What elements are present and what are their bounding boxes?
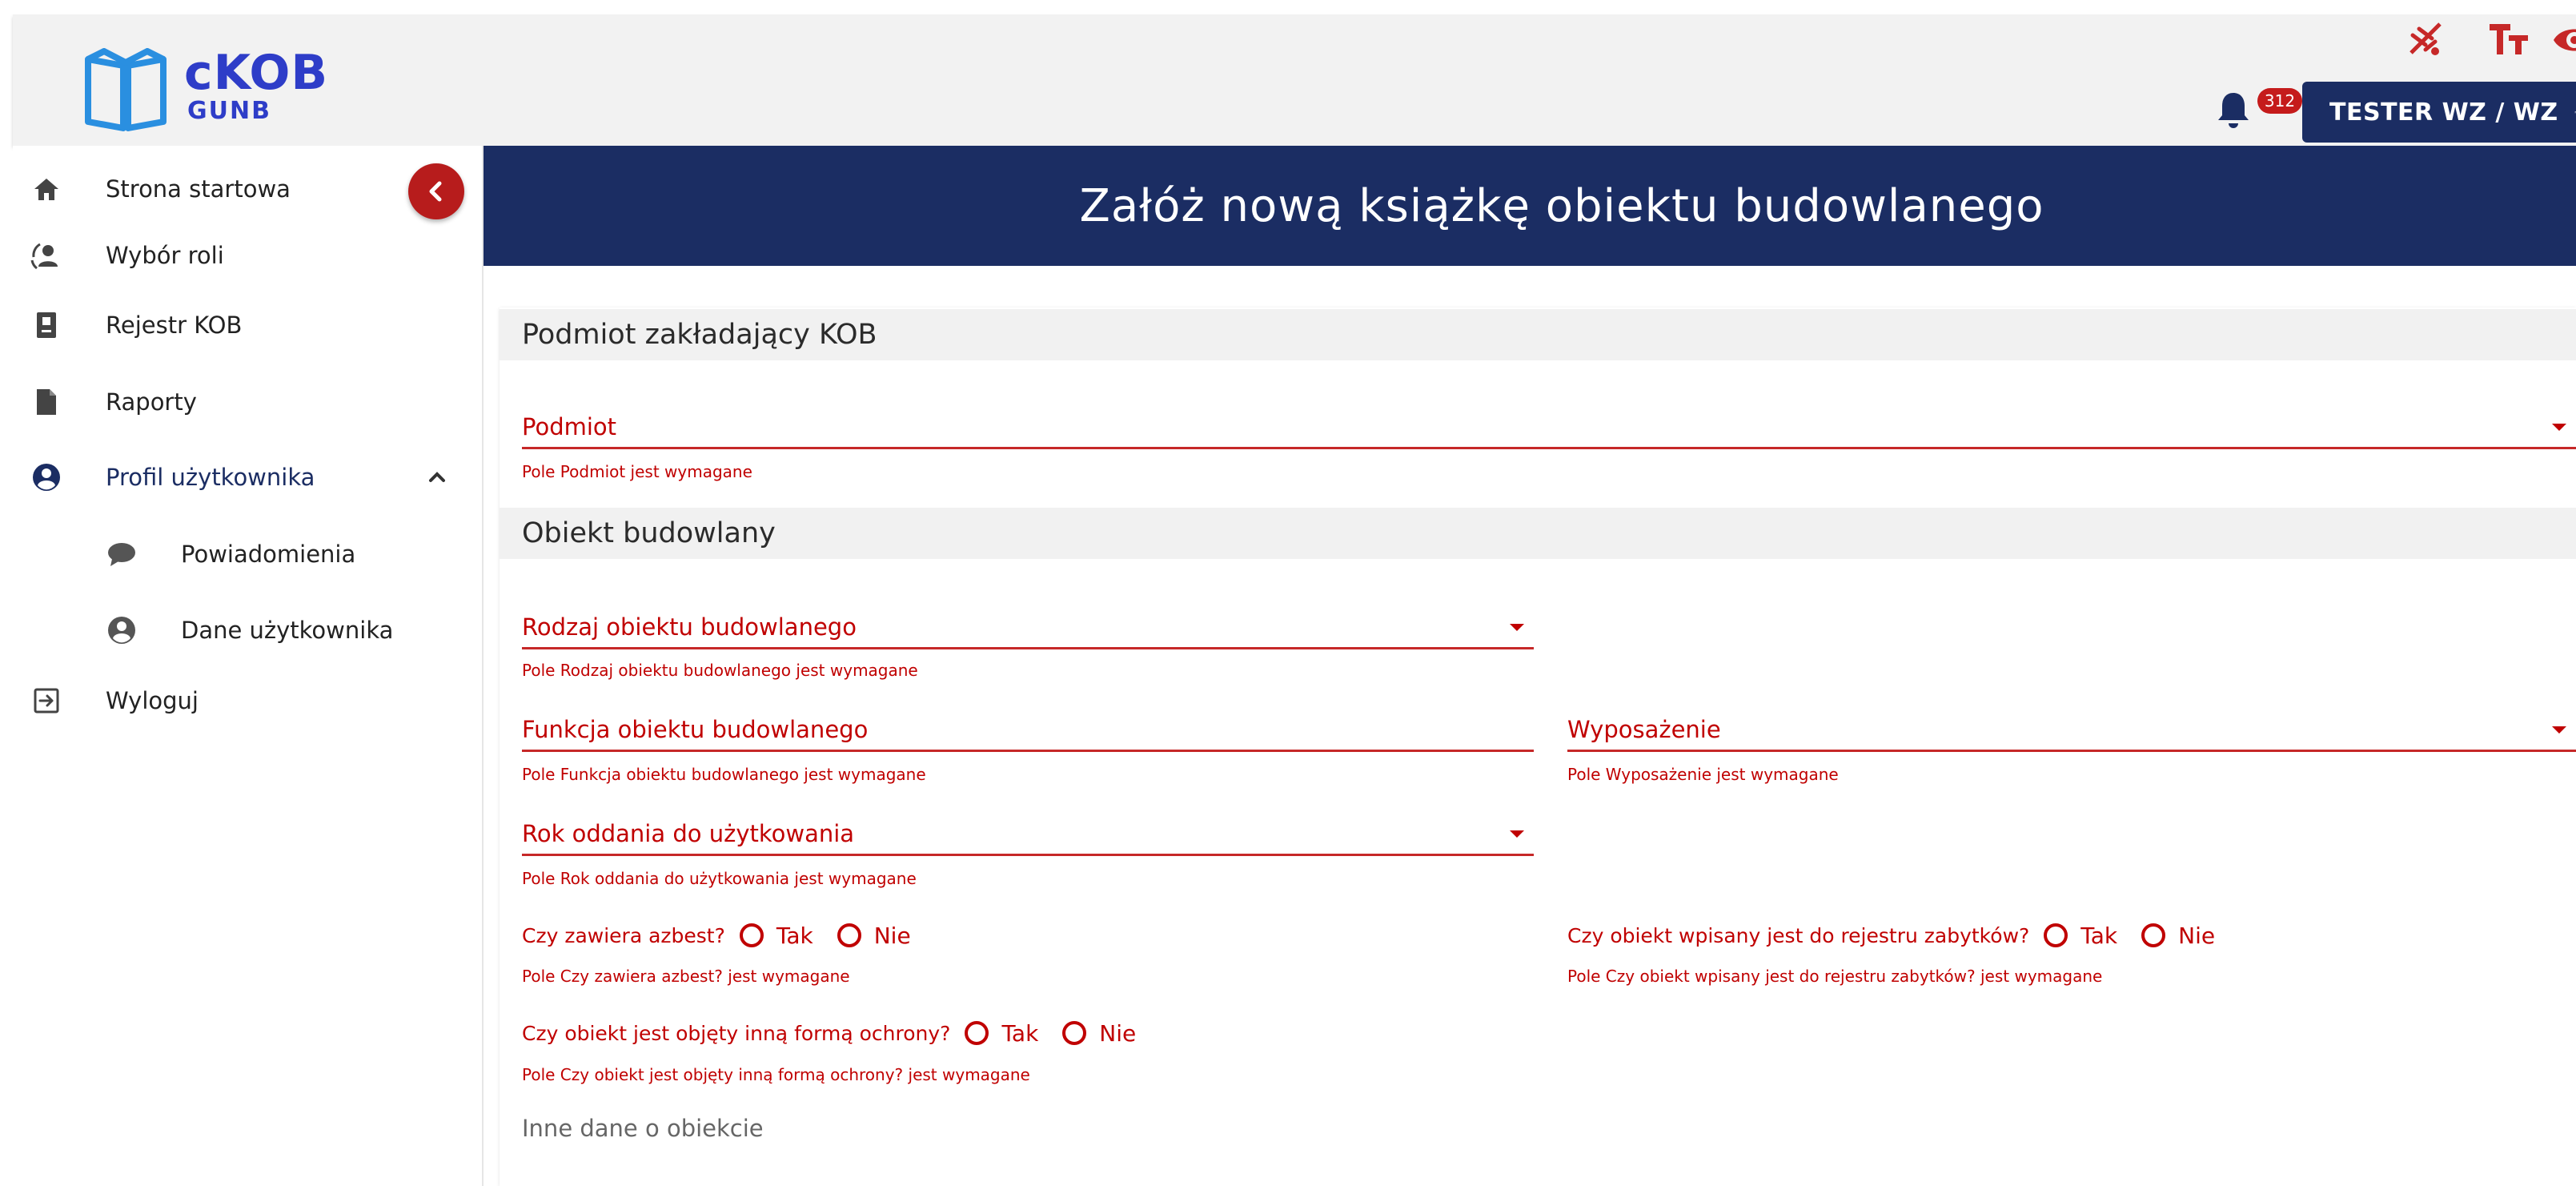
sidebar-item-label: Profil użytkownika (106, 464, 315, 491)
register-book-icon (30, 309, 62, 341)
field-label: Rok oddania do użytkowania (522, 820, 855, 847)
dropdown-arrow-icon (2552, 726, 2566, 734)
account-circle-icon (30, 461, 62, 493)
radio-no[interactable] (837, 923, 861, 947)
app-logo[interactable]: cKOB GUNB (69, 32, 341, 131)
role-switch-icon (30, 239, 62, 271)
sidebar-item-label: Raporty (106, 388, 197, 416)
radio-no-label[interactable]: Nie (1099, 1020, 1136, 1047)
font-size-icon[interactable] (2486, 18, 2531, 62)
field-error: Pole Rodzaj obiektu budowlanego jest wym… (522, 661, 918, 680)
sidebar-item-profile[interactable]: Profil użytkownika (13, 449, 482, 505)
logo-subtitle: GUNB (187, 97, 271, 125)
radio-no[interactable] (2141, 923, 2166, 947)
sidebar-item-notifications[interactable]: Powiadomienia (13, 526, 482, 582)
building-type-select[interactable]: Rodzaj obiektu budowlanego (522, 602, 1534, 649)
other-protection-radio-group: Czy obiekt jest objęty inną formą ochron… (522, 1015, 1160, 1051)
chat-bubble-icon (106, 538, 138, 570)
notifications-bell-icon[interactable] (2215, 90, 2252, 130)
field-label: Wyposażenie (1567, 716, 1721, 743)
sidebar-item-label: Strona startowa (106, 175, 291, 203)
dropdown-arrow-icon (1510, 830, 1524, 838)
field-label: Rodzaj obiektu budowlanego (522, 613, 857, 641)
field-error: Pole Czy zawiera azbest? jest wymagane (522, 967, 850, 986)
sidebar-item-user-data[interactable]: Dane użytkownika (13, 602, 482, 658)
chevron-up-icon (429, 472, 445, 482)
sidebar-nav: Strona startowa Wybór roli Rejestr KOB R… (13, 146, 484, 1186)
radio-question: Czy obiekt jest objęty inną formą ochron… (522, 1021, 951, 1045)
notifications-count-badge: 312 (2257, 88, 2302, 114)
sidebar-item-home[interactable]: Strona startowa (13, 161, 482, 217)
sidebar-item-register[interactable]: Rejestr KOB (13, 297, 482, 353)
dropdown-arrow-icon (2552, 424, 2566, 431)
sidebar-item-label: Wybór roli (106, 242, 224, 269)
page-title: Załóż nową książkę obiektu budowlanego (1079, 179, 2044, 232)
contrast-eye-icon[interactable] (2552, 18, 2576, 62)
radio-question: Czy obiekt wpisany jest do rejestru zaby… (1567, 923, 2030, 947)
sidebar-item-label: Dane użytkownika (181, 617, 394, 644)
year-of-use-select[interactable]: Rok oddania do użytkowania (522, 809, 1534, 856)
top-bar: cKOB GUNB (13, 14, 2576, 146)
section-header-building: Obiekt budowlany (500, 508, 2576, 559)
sidebar-item-role[interactable]: Wybór roli (13, 227, 482, 283)
section-header-entity: Podmiot zakładający KOB (500, 309, 2576, 360)
book-logo-icon (85, 48, 167, 131)
section-title: Obiekt budowlany (522, 517, 776, 549)
sidebar-item-logout[interactable]: Wyloguj (13, 673, 482, 729)
field-label: Podmiot (522, 413, 617, 440)
field-error: Pole Wyposażenie jest wymagane (1567, 765, 1839, 784)
user-label: TESTER WZ / WZ (2329, 98, 2558, 127)
podmiot-select[interactable]: Podmiot (522, 402, 2576, 449)
sidebar-item-label: Wyloguj (106, 687, 199, 714)
asbestos-radio-group: Czy zawiera azbest? Tak Nie (522, 917, 935, 954)
radio-yes[interactable] (965, 1021, 989, 1045)
radio-yes-label[interactable]: Tak (776, 923, 813, 949)
radio-yes-label[interactable]: Tak (1001, 1020, 1038, 1047)
radio-no-label[interactable]: Nie (2178, 923, 2215, 949)
sidebar-item-label: Powiadomienia (181, 541, 356, 568)
field-error: Pole Czy obiekt jest objęty inną formą o… (522, 1065, 1030, 1084)
document-icon (30, 386, 62, 418)
account-circle-icon (106, 614, 138, 646)
radio-yes[interactable] (2044, 923, 2068, 947)
sidebar-item-label: Rejestr KOB (106, 312, 243, 339)
field-error: Pole Czy obiekt wpisany jest do rejestru… (1567, 967, 2103, 986)
no-animation-icon[interactable] (2403, 18, 2448, 62)
logo-title: cKOB (184, 45, 329, 101)
sidebar-item-reports[interactable]: Raporty (13, 374, 482, 430)
radio-no[interactable] (1062, 1021, 1087, 1045)
equipment-select[interactable]: Wyposażenie (1567, 705, 2576, 752)
building-function-field[interactable]: Funkcja obiektu budowlanego (522, 705, 1534, 752)
user-menu-button[interactable]: TESTER WZ / WZ (2302, 82, 2576, 143)
other-data-heading: Inne dane o obiekcie (522, 1115, 764, 1142)
section-title: Podmiot zakładający KOB (522, 319, 877, 351)
field-label: Funkcja obiektu budowlanego (522, 716, 869, 743)
dropdown-arrow-icon (1510, 624, 1524, 631)
radio-yes[interactable] (739, 923, 764, 947)
page-header: Załóż nową książkę obiektu budowlanego (484, 146, 2576, 266)
home-icon (30, 173, 62, 205)
radio-yes-label[interactable]: Tak (2080, 923, 2117, 949)
logout-icon (30, 685, 62, 717)
field-error: Pole Podmiot jest wymagane (522, 462, 752, 481)
radio-question: Czy zawiera azbest? (522, 923, 725, 947)
radio-no-label[interactable]: Nie (874, 923, 911, 949)
field-error: Pole Rok oddania do użytkowania jest wym… (522, 869, 917, 888)
field-error: Pole Funkcja obiektu budowlanego jest wy… (522, 765, 926, 784)
monument-register-radio-group: Czy obiekt wpisany jest do rejestru zaby… (1567, 917, 2239, 954)
